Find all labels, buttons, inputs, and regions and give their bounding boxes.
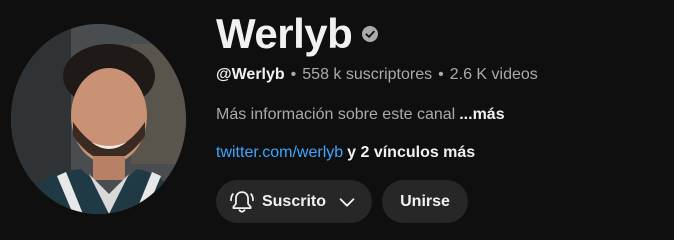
more-links-button[interactable]: y 2 vínculos más bbox=[347, 144, 475, 161]
channel-header: Werlyb @Werlyb • 558 k suscriptores • 2.6 K … bbox=[0, 0, 674, 240]
chevron-down-icon bbox=[339, 197, 355, 207]
channel-avatar[interactable] bbox=[11, 24, 186, 214]
video-count: 2.6 K videos bbox=[449, 66, 538, 83]
channel-actions: Suscrito Unirse bbox=[216, 180, 468, 223]
join-button[interactable]: Unirse bbox=[382, 180, 468, 223]
meta-separator: • bbox=[438, 66, 444, 83]
avatar-photo bbox=[11, 24, 186, 214]
description-more-link[interactable]: ...más bbox=[459, 106, 504, 123]
bell-icon bbox=[230, 190, 254, 213]
subscribed-button[interactable]: Suscrito bbox=[216, 180, 372, 223]
verified-checkmark-icon bbox=[362, 26, 379, 42]
channel-meta: @Werlyb • 558 k suscriptores • 2.6 K videos bbox=[216, 66, 538, 84]
channel-description[interactable]: Más información sobre este canal ...más bbox=[216, 106, 505, 124]
channel-handle: @Werlyb bbox=[216, 66, 285, 83]
join-label: Unirse bbox=[400, 192, 450, 210]
channel-name: Werlyb bbox=[216, 10, 353, 57]
meta-separator: • bbox=[290, 66, 297, 83]
subscriber-count: 558 k suscriptores bbox=[302, 66, 433, 83]
channel-title-row: Werlyb bbox=[216, 10, 379, 57]
channel-links: twitter.com/werlyb y 2 vínculos más bbox=[216, 144, 475, 162]
twitter-link[interactable]: twitter.com/werlyb bbox=[216, 144, 343, 161]
subscribed-label: Suscrito bbox=[261, 192, 326, 210]
description-text: Más información sobre este canal bbox=[216, 106, 456, 123]
